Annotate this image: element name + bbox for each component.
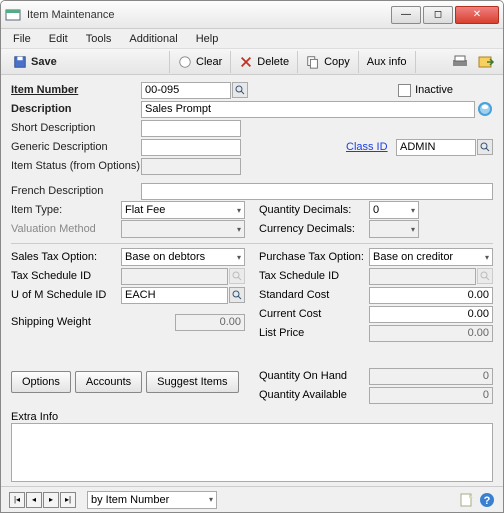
qty-decimals-label: Quantity Decimals: <box>259 204 369 216</box>
description-label: Description <box>11 103 141 115</box>
ship-weight-field: 0.00 <box>175 314 245 331</box>
short-desc-field[interactable] <box>141 120 241 137</box>
maximize-button[interactable]: ◻ <box>423 6 453 24</box>
nav-first-button[interactable]: |◂ <box>9 492 25 508</box>
minimize-button[interactable]: — <box>391 6 421 24</box>
french-desc-label: French Description <box>11 185 141 197</box>
qty-avail-field: 0 <box>369 387 493 404</box>
valuation-combo: ▾ <box>121 220 245 238</box>
close-button[interactable]: ✕ <box>455 6 499 24</box>
sales-tax-schedule-field <box>121 268 228 285</box>
qty-avail-label: Quantity Available <box>259 389 369 401</box>
std-cost-label: Standard Cost <box>259 289 369 301</box>
aux-info-button[interactable]: Aux info <box>359 51 416 73</box>
purchase-tax-schedule-lookup <box>477 268 493 284</box>
sales-tax-combo[interactable]: Base on debtors▾ <box>121 248 245 266</box>
item-number-label[interactable]: Item Number <box>11 84 141 96</box>
purchase-tax-schedule-label: Tax Schedule ID <box>259 270 369 282</box>
menu-tools[interactable]: Tools <box>78 31 120 47</box>
ship-weight-label: Shipping Weight <box>11 316 121 328</box>
toolbar: Save Clear Delete Copy Aux info <box>1 49 503 75</box>
sales-tax-schedule-label: Tax Schedule ID <box>11 270 121 282</box>
copy-button[interactable]: Copy <box>298 51 359 73</box>
qty-onhand-field: 0 <box>369 368 493 385</box>
form-area: Item Number 00-095 Inactive Description … <box>1 75 503 486</box>
item-type-combo[interactable]: Flat Fee▾ <box>121 201 245 219</box>
class-id-lookup[interactable] <box>477 139 493 155</box>
purchase-tax-schedule-field <box>369 268 476 285</box>
std-cost-field[interactable]: 0.00 <box>369 287 493 304</box>
inactive-label: Inactive <box>415 84 453 96</box>
class-id-link[interactable]: Class ID <box>346 141 396 153</box>
purchase-tax-label: Purchase Tax Option: <box>259 251 369 263</box>
window-frame: Item Maintenance — ◻ ✕ File Edit Tools A… <box>0 0 504 513</box>
delete-icon <box>239 55 253 69</box>
sort-combo[interactable]: by Item Number▾ <box>87 491 217 509</box>
save-icon <box>13 55 27 69</box>
qty-decimals-combo[interactable]: 0▾ <box>369 201 419 219</box>
sales-tax-schedule-lookup <box>229 268 245 284</box>
clear-icon <box>178 55 192 69</box>
note-icon[interactable] <box>477 101 493 117</box>
valuation-label: Valuation Method <box>11 223 121 235</box>
help-icon[interactable]: ? <box>479 492 495 508</box>
save-button[interactable]: Save <box>5 51 170 73</box>
generic-desc-label: Generic Description <box>11 141 141 153</box>
class-id-field[interactable]: ADMIN <box>396 139 476 156</box>
menu-help[interactable]: Help <box>188 31 227 47</box>
status-note-icon[interactable] <box>459 492 475 508</box>
short-desc-label: Short Description <box>11 122 141 134</box>
list-price-label: List Price <box>259 327 369 339</box>
nav-next-button[interactable]: ▸ <box>43 492 59 508</box>
inactive-checkbox[interactable] <box>398 84 411 97</box>
extra-info-label: Extra Info <box>11 411 493 423</box>
options-button[interactable]: Options <box>11 371 71 393</box>
qty-onhand-label: Quantity On Hand <box>259 370 369 382</box>
item-status-field <box>141 158 241 175</box>
window-title: Item Maintenance <box>27 9 391 21</box>
nav-prev-button[interactable]: ◂ <box>26 492 42 508</box>
delete-button[interactable]: Delete <box>231 51 298 73</box>
accounts-button[interactable]: Accounts <box>75 371 142 393</box>
cur-cost-label: Current Cost <box>259 308 369 320</box>
list-price-field: 0.00 <box>369 325 493 342</box>
statusbar: |◂ ◂ ▸ ▸| by Item Number▾ ? <box>1 486 503 512</box>
sales-tax-label: Sales Tax Option: <box>11 251 121 263</box>
item-number-lookup[interactable] <box>232 82 248 98</box>
copy-icon <box>306 55 320 69</box>
suggest-items-button[interactable]: Suggest Items <box>146 371 238 393</box>
go-to-icon[interactable] <box>477 54 495 70</box>
uofm-label[interactable]: U of M Schedule ID <box>11 289 121 301</box>
menu-additional[interactable]: Additional <box>121 31 185 47</box>
generic-desc-field[interactable] <box>141 139 241 156</box>
purchase-tax-combo[interactable]: Base on creditor▾ <box>369 248 493 266</box>
svg-text:?: ? <box>484 495 491 507</box>
menu-file[interactable]: File <box>5 31 39 47</box>
item-type-label: Item Type: <box>11 204 121 216</box>
clear-button[interactable]: Clear <box>170 51 231 73</box>
nav-last-button[interactable]: ▸| <box>60 492 76 508</box>
titlebar[interactable]: Item Maintenance — ◻ ✕ <box>1 1 503 29</box>
uofm-lookup[interactable] <box>229 287 245 303</box>
item-status-label: Item Status (from Options) <box>11 160 141 172</box>
curr-decimals-combo: ▾ <box>369 220 419 238</box>
app-icon <box>5 7 21 23</box>
curr-decimals-label: Currency Decimals: <box>259 223 369 235</box>
menu-edit[interactable]: Edit <box>41 31 76 47</box>
menubar: File Edit Tools Additional Help <box>1 29 503 49</box>
print-icon[interactable] <box>451 54 469 70</box>
french-desc-field[interactable] <box>141 183 493 200</box>
extra-info-textarea[interactable] <box>11 423 493 482</box>
uofm-field[interactable]: EACH <box>121 287 228 304</box>
description-field[interactable]: Sales Prompt <box>141 101 475 118</box>
item-number-field[interactable]: 00-095 <box>141 82 231 99</box>
cur-cost-field[interactable]: 0.00 <box>369 306 493 323</box>
